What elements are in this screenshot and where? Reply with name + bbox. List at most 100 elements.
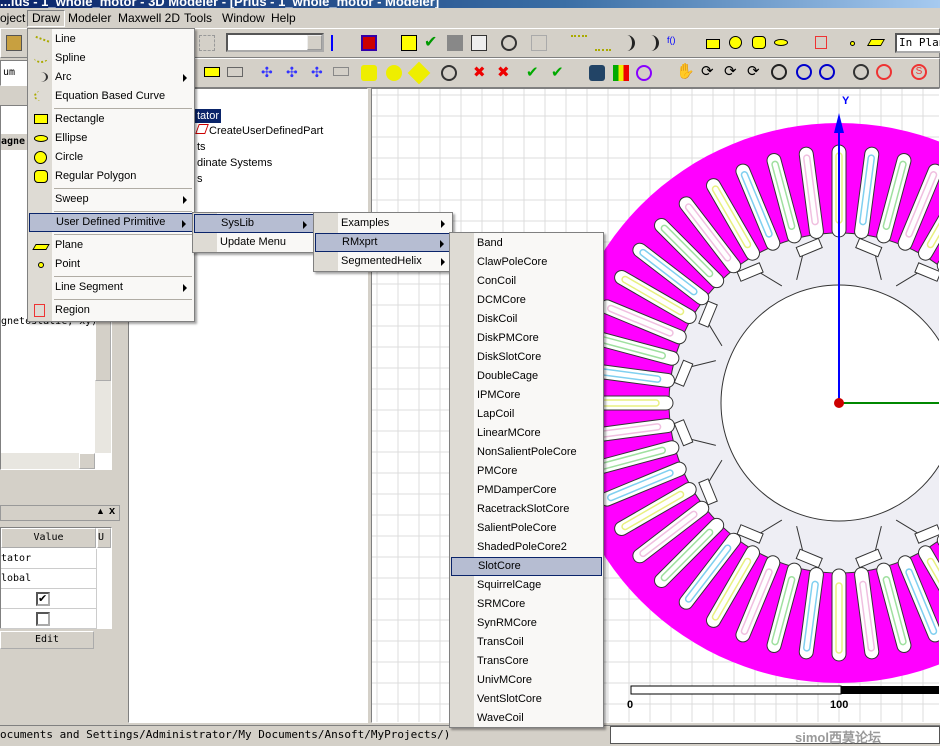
- tree-item-lists[interactable]: ts: [197, 140, 206, 154]
- menu-item-spline[interactable]: Spline: [29, 49, 193, 68]
- check-icon[interactable]: ✔: [424, 35, 440, 51]
- menu-item-squirrelcage[interactable]: SquirrelCage: [451, 576, 602, 595]
- menu-item-equation-based-curve[interactable]: Equation Based Curve: [29, 87, 193, 106]
- menu-item-line[interactable]: Line: [29, 30, 193, 51]
- menu-item-circle[interactable]: Circle: [29, 148, 193, 167]
- tree-item-coordinate-systems[interactable]: dinate Systems: [197, 156, 272, 170]
- scroll-right-button[interactable]: [79, 453, 95, 469]
- menu-item-ipmcore[interactable]: IPMCore: [451, 386, 602, 405]
- property-coordsys-value[interactable]: lobal: [1, 569, 97, 589]
- menu-window[interactable]: Window: [218, 10, 269, 27]
- draw-line-icon[interactable]: [571, 35, 587, 51]
- draw-polygon-icon[interactable]: [752, 36, 766, 49]
- validate-icon[interactable]: [361, 35, 377, 51]
- minimize-icon[interactable]: ▲: [96, 506, 105, 516]
- menu-item-slotcore[interactable]: SlotCore: [451, 557, 602, 576]
- menu-item-diskcoil[interactable]: DiskCoil: [451, 310, 602, 329]
- fit-selection-icon[interactable]: [876, 64, 892, 80]
- menu-item-concoil[interactable]: ConCoil: [451, 272, 602, 291]
- menu-item-point[interactable]: Point: [29, 255, 193, 274]
- show-icon[interactable]: ✔: [526, 65, 542, 81]
- menu-item-racetrackslotcore[interactable]: RacetrackSlotCore: [451, 500, 602, 519]
- menu-item-ellipse[interactable]: Ellipse: [29, 129, 193, 148]
- draw-spline-icon[interactable]: [595, 35, 611, 51]
- close-icon[interactable]: x: [109, 505, 115, 517]
- move-icon[interactable]: [204, 67, 220, 77]
- menu-item-arc[interactable]: Arc: [29, 68, 193, 87]
- menu-item-shadedpolecore2[interactable]: ShadedPoleCore2: [451, 538, 602, 557]
- notes-icon[interactable]: [401, 35, 417, 51]
- menu-item-diskpmcore[interactable]: DiskPMCore: [451, 329, 602, 348]
- menu-item-region[interactable]: Region: [29, 301, 193, 320]
- menu-item-srmcore[interactable]: SRMCore: [451, 595, 602, 614]
- draw-circle-icon[interactable]: [729, 36, 742, 49]
- hierarchy-icon[interactable]: [331, 35, 347, 51]
- draw-ellipse-icon[interactable]: [774, 39, 788, 46]
- design-combo[interactable]: [226, 33, 324, 52]
- mirror-axes-icon[interactable]: ✣: [311, 65, 327, 81]
- fit-all-icon[interactable]: [853, 64, 869, 80]
- draw-arc-icon[interactable]: [619, 35, 635, 51]
- menu-item-nonsalientpolecore[interactable]: NonSalientPoleCore: [451, 443, 602, 462]
- zoom-in-icon[interactable]: [796, 64, 812, 80]
- rotate-axes-icon[interactable]: ✣: [286, 65, 302, 81]
- chevron-down-icon[interactable]: [307, 35, 322, 50]
- grouping-icon[interactable]: [199, 35, 215, 51]
- rotate-screen-icon[interactable]: ⟳: [747, 64, 763, 80]
- menu-item-line-segment[interactable]: Line Segment: [29, 278, 193, 297]
- drawing-plane-field[interactable]: In Plan: [895, 33, 940, 53]
- paste-icon[interactable]: [6, 35, 22, 51]
- transparency-icon[interactable]: [636, 65, 652, 81]
- menu-item-update-menu[interactable]: Update Menu: [194, 233, 314, 252]
- spin-icon[interactable]: S: [911, 64, 927, 80]
- rotate-origin-icon[interactable]: ⟳: [724, 64, 740, 80]
- report-icon[interactable]: [471, 35, 487, 51]
- menu-draw[interactable]: Draw: [27, 10, 66, 27]
- menu-item-synrmcore[interactable]: SynRMCore: [451, 614, 602, 633]
- move-axes-icon[interactable]: ✣: [261, 65, 277, 81]
- draw-point-icon[interactable]: [850, 41, 855, 46]
- rotate-icon[interactable]: ⟳: [701, 64, 717, 80]
- material-icon[interactable]: [589, 65, 605, 81]
- dynamic-zoom-icon[interactable]: [771, 64, 787, 80]
- draw-equation-icon[interactable]: f(): [667, 35, 683, 51]
- edit-button[interactable]: Edit: [0, 631, 94, 649]
- sweep-icon[interactable]: [361, 65, 377, 81]
- menu-item-segmentedhelix[interactable]: SegmentedHelix: [315, 252, 451, 271]
- menu-item-rmxprt[interactable]: RMxprt: [315, 233, 451, 252]
- table-icon[interactable]: [531, 35, 547, 51]
- analyze-icon[interactable]: [447, 35, 463, 51]
- menu-tools[interactable]: Tools: [180, 10, 216, 27]
- menu-item-sweep[interactable]: Sweep: [29, 190, 193, 209]
- field-icon[interactable]: [501, 35, 517, 51]
- menu-item-examples[interactable]: Examples: [315, 214, 451, 233]
- menu-item-regular-polygon[interactable]: Regular Polygon: [29, 167, 193, 186]
- menu-item-dcmcore[interactable]: DCMCore: [451, 291, 602, 310]
- draw-plane-icon[interactable]: [866, 39, 886, 46]
- draw-center-arc-icon[interactable]: [643, 35, 659, 51]
- sweep-axis-icon[interactable]: [386, 65, 402, 81]
- sweep-path-icon[interactable]: [407, 61, 431, 85]
- menu-item-syslib[interactable]: SysLib: [194, 214, 314, 233]
- hide-in-view-icon[interactable]: ✖: [497, 65, 513, 81]
- menu-item-transcoil[interactable]: TransCoil: [451, 633, 602, 652]
- hide-icon[interactable]: ✖: [473, 65, 489, 81]
- menu-item-univmcore[interactable]: UnivMCore: [451, 671, 602, 690]
- pan-icon[interactable]: ✋: [676, 64, 695, 80]
- menu-item-pmcore[interactable]: PMCore: [451, 462, 602, 481]
- visible-checkbox[interactable]: ✔: [36, 592, 50, 606]
- menu-modeler[interactable]: Modeler: [64, 10, 115, 27]
- menu-maxwell2d[interactable]: Maxwell 2D: [114, 10, 184, 27]
- menu-project[interactable]: oject: [0, 10, 29, 27]
- menu-item-salientpolecore[interactable]: SalientPoleCore: [451, 519, 602, 538]
- menu-item-wavecoil[interactable]: WaveCoil: [451, 709, 602, 728]
- menu-item-clawpolecore[interactable]: ClawPoleCore: [451, 253, 602, 272]
- draw-region-icon[interactable]: [815, 36, 827, 49]
- column-header-unit[interactable]: U: [97, 528, 111, 548]
- menu-item-pmdampercore[interactable]: PMDamperCore: [451, 481, 602, 500]
- tree-item-planes[interactable]: s: [197, 172, 203, 186]
- duplicate-icon[interactable]: [227, 67, 243, 77]
- menu-item-diskslotcore[interactable]: DiskSlotCore: [451, 348, 602, 367]
- eye-icon[interactable]: [441, 65, 457, 81]
- show-in-view-icon[interactable]: ✔: [551, 65, 567, 81]
